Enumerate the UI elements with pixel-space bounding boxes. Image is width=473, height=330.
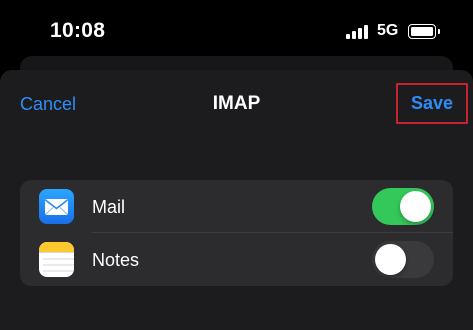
toggle-knob [400,191,431,222]
network-type: 5G [377,22,399,39]
signal-bars-icon [346,24,370,39]
notes-icon [39,242,74,277]
status-time: 10:08 [50,19,106,42]
app-toggle-list: Mail Notes [20,180,453,286]
notes-label: Notes [92,250,140,270]
battery-icon [408,24,436,39]
status-bar: 10:08 5G [0,0,473,60]
mail-icon [39,189,74,224]
save-button[interactable]: Save [396,83,468,124]
battery-cap [438,29,440,34]
notes-toggle[interactable] [372,241,434,278]
list-item-mail: Mail [20,180,453,233]
mail-label: Mail [92,197,126,217]
list-item-notes: Notes [20,233,453,286]
mail-toggle[interactable] [372,188,434,225]
toggle-knob [375,244,406,275]
